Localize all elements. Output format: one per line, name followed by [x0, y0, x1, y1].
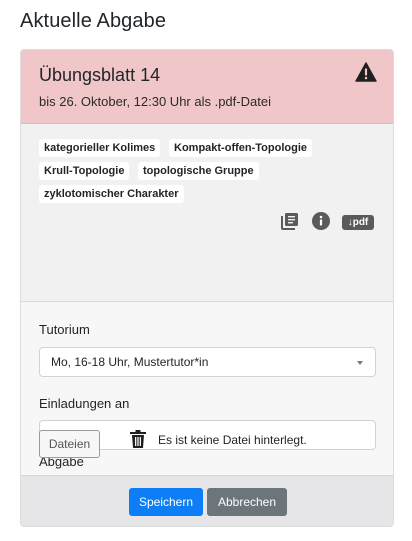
page-title: Aktuelle Abgabe [20, 10, 167, 32]
chevron-down-icon [357, 361, 363, 365]
no-file-message: Es ist keine Datei hinterlegt. [158, 433, 307, 447]
tag: Kompakt-offen-Topologie [169, 139, 312, 157]
library-icon[interactable] [281, 212, 299, 230]
tag: Krull-Topologie [39, 162, 130, 180]
card-footer: Speichern Abbrechen [21, 475, 393, 526]
pdf-download-badge[interactable]: ↓pdf [342, 215, 374, 230]
invitations-label: Einladungen an [39, 396, 130, 411]
tutorium-select[interactable]: Mo, 16-18 Uhr, Mustertutor*in [39, 347, 376, 377]
tutorium-label: Tutorium [39, 322, 90, 337]
files-button[interactable]: Dateien [39, 430, 100, 458]
trash-icon[interactable] [130, 430, 146, 448]
info-icon[interactable] [312, 212, 330, 230]
save-button[interactable]: Speichern [129, 488, 203, 516]
warning-icon [355, 62, 377, 82]
card-header: Übungsblatt 14 bis 26. Oktober, 12:30 Uh… [21, 50, 393, 124]
submission-card: Übungsblatt 14 bis 26. Oktober, 12:30 Uh… [20, 49, 394, 527]
tags-section: kategorieller Kolimes Kompakt-offen-Topo… [21, 125, 393, 302]
assignment-deadline: bis 26. Oktober, 12:30 Uhr als .pdf-Date… [39, 94, 271, 109]
tag: kategorieller Kolimes [39, 139, 161, 157]
assignment-title: Übungsblatt 14 [39, 65, 161, 85]
tag: topologische Gruppe [138, 162, 259, 180]
tag: zyklotomischer Charakter [39, 185, 184, 203]
cancel-button[interactable]: Abbrechen [207, 488, 287, 516]
tutorium-selected-value: Mo, 16-18 Uhr, Mustertutor*in [51, 355, 209, 369]
